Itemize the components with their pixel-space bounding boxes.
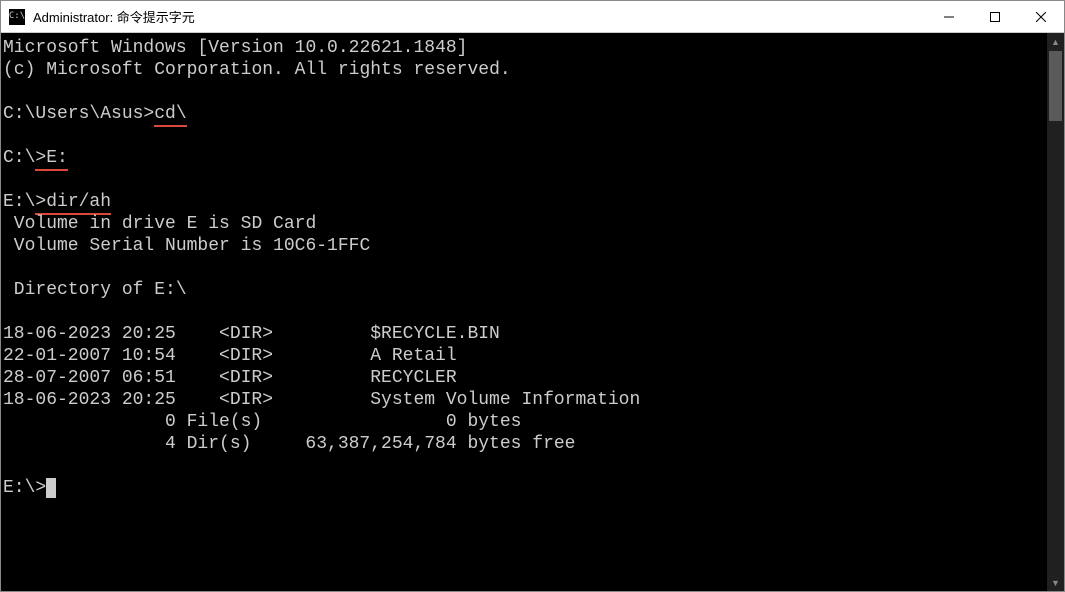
serial-line: Volume Serial Number is 10C6-1FFC xyxy=(3,235,1045,257)
cmd-app-icon: C:\ xyxy=(9,9,25,25)
dir-listing: 18-06-202320:25<DIR>$RECYCLE.BIN22-01-20… xyxy=(3,323,1045,411)
cursor xyxy=(46,478,56,498)
window-controls xyxy=(926,1,1064,32)
dir-row-name: $RECYCLE.BIN xyxy=(370,323,500,345)
dir-row-name: RECYCLER xyxy=(370,367,456,389)
close-icon xyxy=(1036,12,1046,22)
terminal-output[interactable]: Microsoft Windows [Version 10.0.22621.18… xyxy=(1,33,1047,591)
prompt-1-cmd: cd\ xyxy=(154,104,186,127)
prompt-1: C:\Users\Asus>cd\ xyxy=(3,103,1045,125)
scroll-up-icon[interactable]: ▲ xyxy=(1047,33,1064,50)
close-button[interactable] xyxy=(1018,1,1064,32)
banner-line-1: Microsoft Windows [Version 10.0.22621.18… xyxy=(3,37,1045,59)
dir-row-type: <DIR> xyxy=(219,389,370,411)
dir-row-time: 20:25 xyxy=(122,389,219,411)
files-summary: 0 File(s)0bytes xyxy=(3,411,1045,433)
dir-row-time: 06:51 xyxy=(122,367,219,389)
dirs-summary: 4 Dir(s)63,387,254,784bytes free xyxy=(3,433,1045,455)
dir-row-type: <DIR> xyxy=(219,323,370,345)
dir-row-date: 18-06-2023 xyxy=(3,389,122,411)
scroll-thumb[interactable] xyxy=(1049,51,1062,121)
terminal-area: Microsoft Windows [Version 10.0.22621.18… xyxy=(1,33,1064,591)
dir-row: 18-06-202320:25<DIR>$RECYCLE.BIN xyxy=(3,323,1045,345)
minimize-button[interactable] xyxy=(926,1,972,32)
scroll-down-icon[interactable]: ▼ xyxy=(1047,574,1064,591)
directory-of-line: Directory of E:\ xyxy=(3,279,1045,301)
dirs-size: 63,387,254,784 xyxy=(284,433,457,455)
prompt-3: E:\>dir/ah xyxy=(3,191,1045,213)
final-prompt-prefix: E:\> xyxy=(3,478,46,498)
prompt-2: C:\>E: xyxy=(3,147,1045,169)
files-count: 0 File(s) xyxy=(165,411,284,433)
dir-row-date: 18-06-2023 xyxy=(3,323,122,345)
vertical-scrollbar[interactable]: ▲ ▼ xyxy=(1047,33,1064,591)
dir-row-date: 28-07-2007 xyxy=(3,367,122,389)
prompt-3-prefix: E:\> xyxy=(3,192,46,215)
dir-row-time: 20:25 xyxy=(122,323,219,345)
dir-row-time: 10:54 xyxy=(122,345,219,367)
dir-row-date: 22-01-2007 xyxy=(3,345,122,367)
dir-row-name: System Volume Information xyxy=(370,389,640,411)
files-size-label: bytes xyxy=(457,411,522,433)
final-prompt: E:\> xyxy=(3,477,1045,499)
dirs-count: 4 Dir(s) xyxy=(165,433,284,455)
prompt-1-prefix: C:\Users\Asus> xyxy=(3,104,154,124)
dir-row: 22-01-200710:54<DIR>A Retail xyxy=(3,345,1045,367)
dirs-size-label: bytes free xyxy=(457,433,576,455)
prompt-2-cmd: E: xyxy=(46,148,68,171)
dir-row-name: A Retail xyxy=(370,345,456,367)
prompt-2-prefix: C:\> xyxy=(3,148,46,171)
maximize-icon xyxy=(990,12,1000,22)
volume-line: Volume in drive E is SD Card xyxy=(3,213,1045,235)
prompt-3-cmd: dir/ah xyxy=(46,192,111,215)
dir-row: 28-07-200706:51<DIR>RECYCLER xyxy=(3,367,1045,389)
minimize-icon xyxy=(944,12,954,22)
banner-line-2: (c) Microsoft Corporation. All rights re… xyxy=(3,59,1045,81)
dir-row-type: <DIR> xyxy=(219,367,370,389)
titlebar[interactable]: C:\ Administrator: 命令提示字元 xyxy=(1,1,1064,33)
files-size: 0 xyxy=(284,411,457,433)
cmd-app-icon-glyph: C:\ xyxy=(9,12,25,21)
dir-row: 18-06-202320:25<DIR>System Volume Inform… xyxy=(3,389,1045,411)
maximize-button[interactable] xyxy=(972,1,1018,32)
window-title: Administrator: 命令提示字元 xyxy=(33,7,195,26)
dir-row-type: <DIR> xyxy=(219,345,370,367)
